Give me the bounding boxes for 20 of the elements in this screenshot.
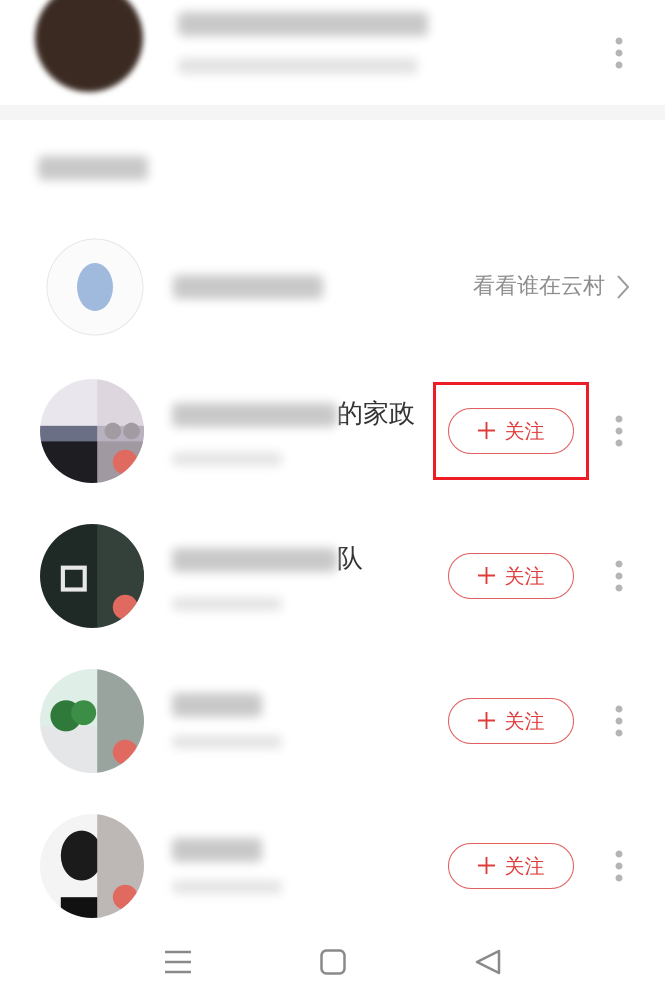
plus-icon xyxy=(478,422,494,439)
more-icon[interactable] xyxy=(615,414,623,446)
user-name: 的家政 xyxy=(337,398,415,431)
user-name: 队 xyxy=(337,543,363,576)
chevron-right-icon xyxy=(617,274,629,298)
plus-icon xyxy=(478,712,494,729)
more-icon[interactable] xyxy=(615,560,623,592)
plus-icon xyxy=(478,857,494,874)
plus-icon xyxy=(478,567,494,584)
follow-button[interactable]: 关注 xyxy=(448,698,574,744)
menu-icon[interactable] xyxy=(164,950,190,974)
back-icon[interactable] xyxy=(474,948,500,974)
more-icon[interactable] xyxy=(615,850,623,882)
more-icon[interactable] xyxy=(615,36,623,68)
home-icon[interactable] xyxy=(320,948,346,974)
see-who-link[interactable]: 看看谁在云村 xyxy=(473,270,629,303)
follow-button[interactable]: 关注 xyxy=(448,842,574,888)
more-icon[interactable] xyxy=(615,704,623,736)
follow-button[interactable]: 关注 xyxy=(448,408,574,454)
follow-button[interactable]: 关注 xyxy=(448,552,574,598)
